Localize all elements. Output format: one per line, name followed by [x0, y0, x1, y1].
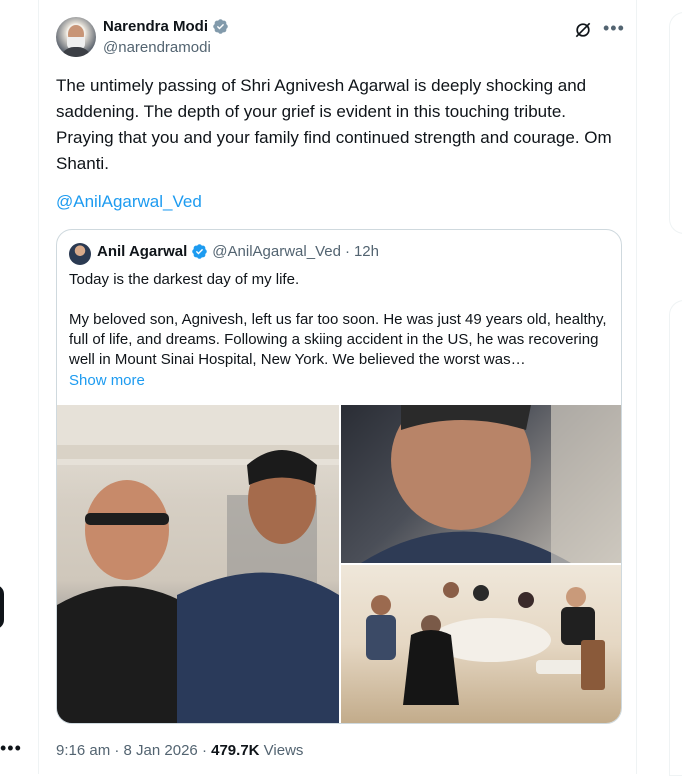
quoted-header: Anil Agarwal @AnilAgarwal_Ved · 12h — [97, 243, 379, 260]
quoted-author-handle: @AnilAgarwal_Ved — [212, 243, 341, 260]
right-sidebar-card — [669, 300, 682, 776]
quoted-line1: Today is the darkest day of my life. — [69, 271, 300, 288]
verified-badge-icon — [192, 244, 208, 259]
author-avatar[interactable] — [56, 17, 96, 57]
quoted-author-avatar — [69, 243, 91, 265]
grok-icon[interactable] — [573, 20, 593, 40]
media-grid — [57, 405, 621, 723]
left-sidebar: ••• — [0, 0, 38, 774]
author-handle[interactable]: @narendramodi — [103, 39, 211, 56]
meta-separator: · — [201, 742, 212, 759]
tweet: Narendra Modi @narendramodi ••• The unti… — [38, 0, 637, 774]
tweet-text: The untimely passing of Shri Agnivesh Ag… — [56, 76, 612, 173]
quoted-tweet[interactable]: Anil Agarwal @AnilAgarwal_Ved · 12h Toda… — [56, 229, 622, 724]
right-sidebar-card — [669, 12, 682, 234]
author-name-row: Narendra Modi — [103, 18, 229, 35]
tweet-time[interactable]: 9:16 am — [56, 742, 110, 759]
quoted-text: Today is the darkest day of my life. My … — [69, 270, 614, 370]
photo-son-portrait[interactable] — [341, 405, 621, 563]
quoted-dot-separator: · — [344, 243, 350, 260]
sidebar-account-avatar[interactable] — [0, 585, 4, 629]
author-display-name[interactable]: Narendra Modi — [103, 18, 208, 35]
meta-separator: · — [114, 742, 124, 759]
views-label: Views — [263, 742, 304, 759]
verified-badge-icon — [213, 19, 228, 34]
photo-father-son[interactable] — [57, 405, 339, 723]
quoted-author-name: Anil Agarwal — [97, 243, 188, 260]
mention-link[interactable]: @AnilAgarwal_Ved — [56, 192, 202, 212]
sidebar-more-icon[interactable]: ••• — [0, 738, 22, 759]
show-more-link[interactable]: Show more — [69, 372, 145, 389]
quoted-paragraph: My beloved son, Agnivesh, left us far to… — [69, 311, 607, 368]
more-icon[interactable]: ••• — [603, 18, 625, 39]
tweet-date[interactable]: 8 Jan 2026 — [124, 742, 198, 759]
tweet-meta: 9:16 am · 8 Jan 2026 · 479.7K Views — [56, 742, 303, 759]
photo-family-dinner[interactable] — [341, 565, 621, 723]
quoted-age: 12h — [353, 243, 379, 260]
views-count: 479.7K — [211, 742, 260, 759]
